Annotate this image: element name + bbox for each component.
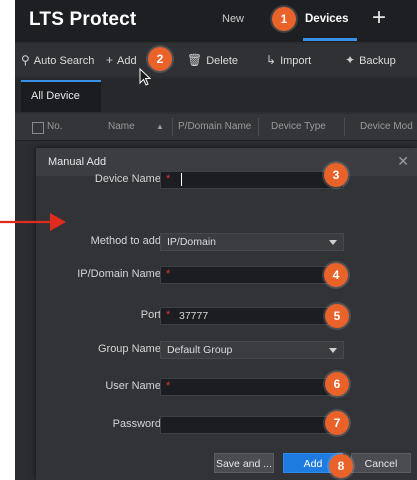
backup-icon: ✦ [345, 53, 356, 67]
auto-search-label: Auto Search [33, 55, 95, 67]
password-field[interactable] [160, 416, 344, 434]
plus-icon[interactable]: + [372, 6, 386, 30]
import-label: Import [280, 55, 312, 67]
trash-icon: 🗑︎ [187, 53, 203, 67]
chevron-down-icon [329, 240, 337, 245]
delete-label: Delete [206, 55, 239, 67]
step-badge-2: 2 [148, 47, 172, 71]
method-select[interactable]: IP/Domain [160, 233, 344, 251]
required-marker: * [166, 309, 171, 321]
group-name-label: Group Name: [97, 343, 164, 355]
ip-domain-field[interactable]: * [160, 266, 344, 284]
user-name-label: User Name: [105, 380, 164, 392]
step-badge-3: 3 [324, 163, 348, 187]
search-icon: ⚲ [21, 53, 30, 67]
column-device-model[interactable]: Device Mod [360, 121, 413, 132]
pointer-arrow-icon [0, 213, 66, 231]
device-name-label: Device Name: [94, 173, 164, 185]
port-value: 37777 [179, 310, 209, 322]
column-device-type[interactable]: Device Type [271, 121, 326, 132]
device-table-header: No. Name ▲ P/Domain Name Device Type Dev… [15, 114, 417, 141]
manual-add-dialog: Manual Add ✕ Device Name: * Method to ad… [36, 148, 417, 480]
dialog-title: Manual Add [48, 156, 107, 168]
mouse-cursor-icon [139, 68, 152, 86]
step-badge-6: 6 [325, 372, 349, 396]
required-marker: * [166, 268, 171, 280]
import-button[interactable]: ↳ Import [266, 53, 311, 67]
backup-label: Backup [359, 55, 396, 67]
step-badge-5: 5 [325, 304, 349, 328]
select-all-checkbox[interactable] [32, 122, 44, 134]
group-name-value: Default Group [167, 344, 233, 356]
auto-search-button[interactable]: ⚲ Auto Search [21, 53, 94, 67]
tab-all-device[interactable]: All Device [21, 80, 101, 112]
password-label: Password: [112, 418, 164, 430]
method-label: Method to add: [90, 235, 164, 247]
delete-button[interactable]: 🗑︎ Delete [187, 53, 238, 67]
required-marker: * [166, 173, 171, 185]
plus-icon: + [106, 53, 114, 67]
add-label: Add [117, 55, 137, 67]
method-value: IP/Domain [167, 236, 217, 248]
step-badge-4: 4 [324, 263, 348, 287]
device-name-field[interactable]: * [160, 171, 344, 189]
group-name-select[interactable]: Default Group [160, 341, 344, 359]
save-and-continue-button[interactable]: Save and ... [214, 453, 274, 473]
active-tab-indicator [303, 38, 357, 41]
device-tabstrip: All Device [15, 78, 417, 112]
backup-button[interactable]: ✦ Backup [345, 53, 396, 67]
user-name-field[interactable]: * [160, 378, 344, 396]
column-divider [258, 118, 259, 136]
text-caret [181, 173, 182, 186]
column-name[interactable]: Name [108, 121, 135, 132]
column-ip-domain[interactable]: P/Domain Name [178, 121, 251, 132]
sort-asc-icon[interactable]: ▲ [156, 122, 164, 131]
app-title: LTS Protect [29, 9, 137, 30]
step-badge-1: 1 [272, 7, 296, 31]
close-icon[interactable]: ✕ [397, 153, 409, 170]
column-no[interactable]: No. [47, 121, 63, 132]
step-badge-7: 7 [325, 411, 349, 435]
tab-new[interactable]: New [222, 13, 244, 25]
add-button[interactable]: + Add [106, 53, 137, 67]
device-toolbar: ⚲ Auto Search + Add 🗑︎ Delete ↳ Import ✦ Back… [15, 44, 417, 76]
column-divider [172, 118, 173, 136]
cancel-button[interactable]: Cancel [351, 453, 411, 473]
title-bar: LTS Protect New Devices + [15, 0, 417, 42]
port-field[interactable]: * 37777 [160, 307, 344, 325]
column-divider [344, 118, 345, 136]
lts-protect-window: LTS Protect New Devices + ⚲ Auto Search +… [15, 0, 417, 480]
step-badge-8: 8 [329, 454, 353, 478]
tab-devices[interactable]: Devices [305, 13, 348, 25]
ip-domain-label: IP/Domain Name: [77, 268, 164, 280]
required-marker: * [166, 380, 171, 392]
chevron-down-icon [329, 348, 337, 353]
import-icon: ↳ [266, 53, 277, 67]
